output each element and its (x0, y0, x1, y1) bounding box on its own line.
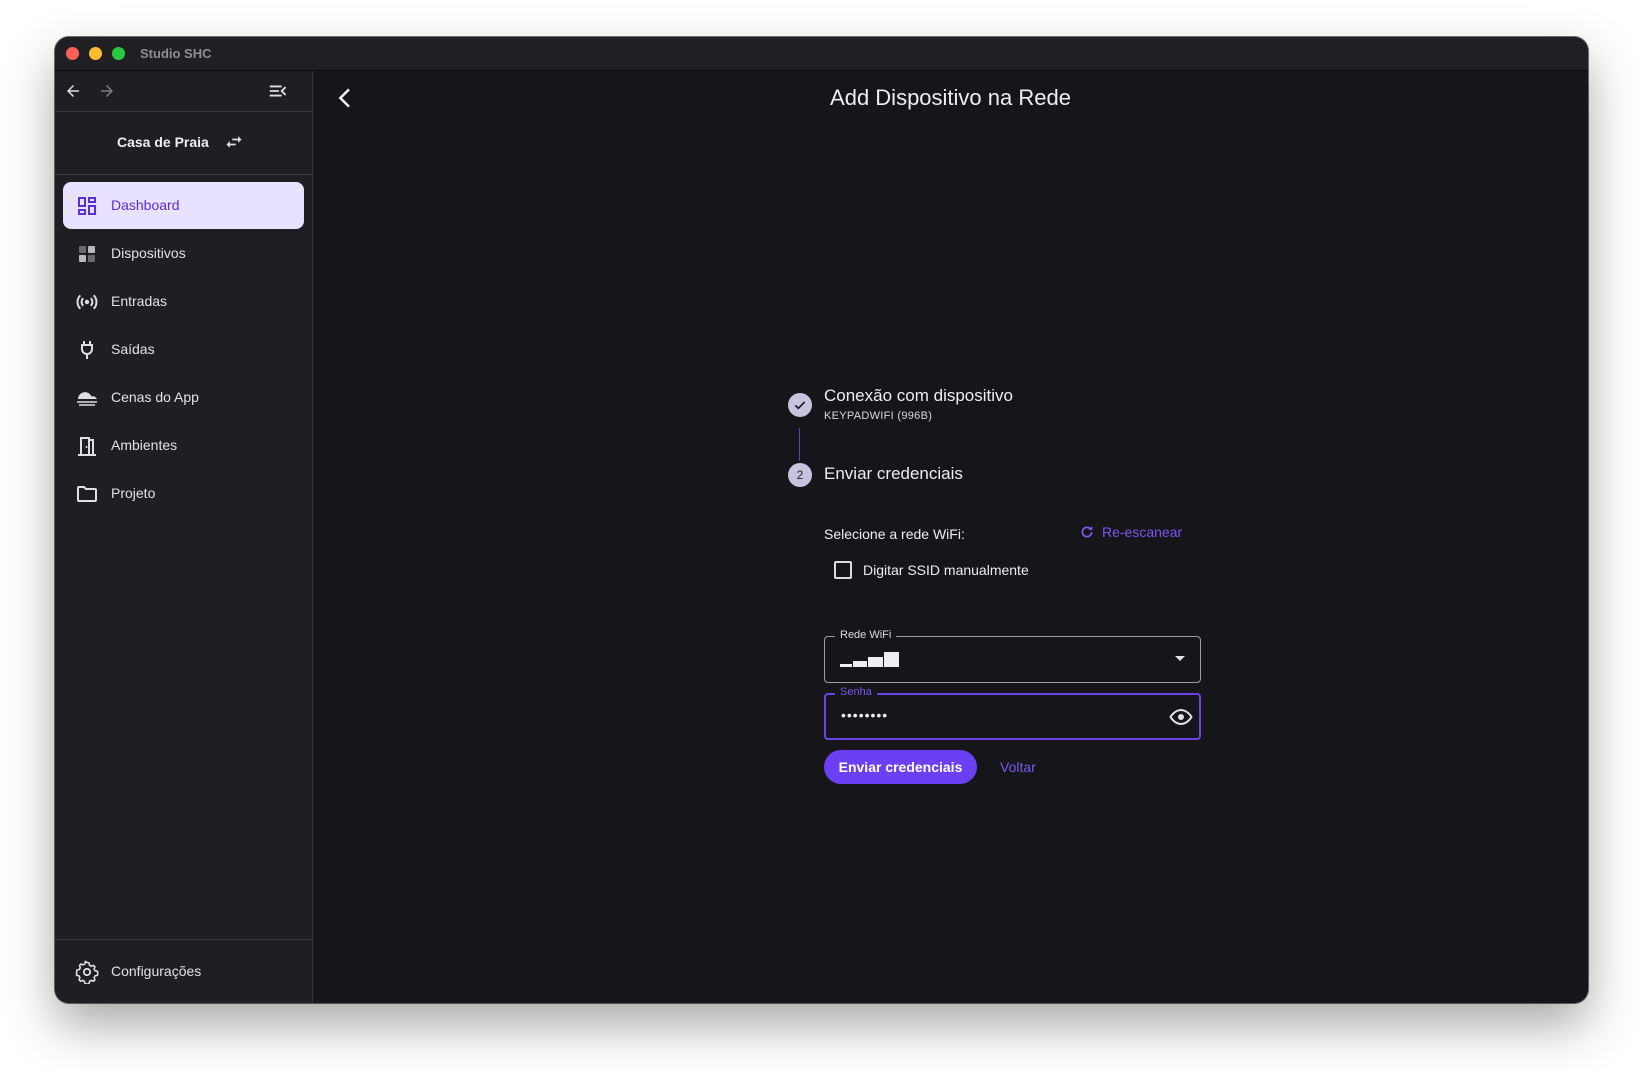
collapse-sidebar-button[interactable] (264, 77, 292, 105)
sidebar-item-saidas[interactable]: Saídas (63, 326, 304, 373)
window-title: Studio SHC (140, 46, 212, 61)
rescan-button[interactable]: Re-escanear (1079, 524, 1182, 540)
step-1-subtitle: KEYPADWIFI (996B) (824, 410, 933, 422)
arrow-right-icon (101, 85, 113, 97)
gear-icon (75, 960, 99, 984)
sidebar-item-entradas[interactable]: Entradas (63, 278, 304, 325)
sidebar-menu: Dashboard Dispositivos Entradas Saídas C… (63, 182, 304, 518)
step-2-indicator: 2 (788, 463, 812, 487)
checkbox-box[interactable] (834, 561, 852, 579)
devices-icon (79, 246, 95, 262)
check-icon (794, 401, 806, 410)
sidebar-item-label: Cenas do App (111, 389, 199, 405)
sidebar-item-label: Dispositivos (111, 245, 186, 261)
main-content: Add Dispositivo na Rede Conexão com disp… (313, 71, 1588, 1003)
manual-ssid-label: Digitar SSID manualmente (863, 562, 1029, 578)
history-nav (55, 71, 312, 112)
wifi-network-select[interactable]: Rede WiFi (824, 629, 1201, 683)
rescan-label: Re-escanear (1102, 524, 1183, 540)
send-credentials-button[interactable]: Enviar credenciais (824, 750, 977, 784)
eye-icon[interactable] (1169, 705, 1193, 729)
history-back-button[interactable] (59, 77, 87, 105)
step-1-title: Conexão com dispositivo (824, 386, 1013, 405)
wifi-select-label: Selecione a rede WiFi: (824, 526, 965, 542)
sidebar-item-dispositivos[interactable]: Dispositivos (63, 230, 304, 277)
scene-icon (77, 392, 97, 406)
sidebar-item-label: Ambientes (111, 437, 178, 453)
arrow-left-icon (67, 85, 79, 97)
sidebar-item-ambientes[interactable]: Ambientes (63, 422, 304, 469)
maximize-window-button[interactable] (112, 47, 125, 60)
app-window: Studio SHC Casa de Praia Dashboard Dispo… (55, 37, 1588, 1003)
manual-ssid-checkbox[interactable]: Digitar SSID manualmente (834, 561, 1029, 579)
sidebar-item-label: Saídas (111, 341, 155, 357)
step-2-title: Enviar credenciais (824, 464, 963, 483)
wifi-field-legend: Rede WiFi (835, 629, 897, 641)
history-forward-button[interactable] (93, 77, 121, 105)
door-icon (78, 437, 96, 456)
sidebar-item-label: Dashboard (111, 197, 180, 213)
wifi-signal-icon (840, 652, 899, 667)
refresh-icon (1081, 526, 1093, 538)
sidebar-item-label: Projeto (111, 485, 156, 501)
sidebar-item-dashboard[interactable]: Dashboard (63, 182, 304, 229)
step-1-completed-indicator (788, 393, 812, 417)
minimize-window-button[interactable] (89, 47, 102, 60)
broadcast-icon (76, 294, 98, 310)
step-connector (799, 428, 800, 461)
settings-label: Configurações (111, 963, 202, 979)
dashboard-icon (78, 197, 96, 215)
sidebar-footer: Configurações (55, 939, 312, 1003)
sidebar-item-configuracoes[interactable]: Configurações (63, 948, 304, 995)
sidebar-item-projeto[interactable]: Projeto (63, 470, 304, 517)
close-window-button[interactable] (66, 47, 79, 60)
back-text-button[interactable]: Voltar (1000, 759, 1036, 775)
folder-icon (77, 486, 97, 502)
password-value[interactable]: •••••••• (841, 707, 888, 723)
project-name: Casa de Praia (117, 134, 209, 150)
menu-collapse-icon (269, 85, 287, 97)
dropdown-arrow-icon[interactable] (1175, 656, 1185, 661)
page-title: Add Dispositivo na Rede (830, 85, 1071, 110)
plug-icon (81, 341, 93, 359)
sidebar: Casa de Praia Dashboard Dispositivos Ent… (55, 71, 313, 1003)
step-2-number: 2 (796, 468, 804, 482)
password-field[interactable]: Senha •••••••• (824, 686, 1201, 740)
title-bar: Studio SHC (55, 37, 1588, 71)
password-field-legend: Senha (835, 686, 877, 698)
swap-icon[interactable] (224, 132, 244, 152)
sidebar-item-label: Entradas (111, 293, 168, 309)
project-selector: Casa de Praia (55, 112, 312, 175)
sidebar-item-cenas[interactable]: Cenas do App (63, 374, 304, 421)
